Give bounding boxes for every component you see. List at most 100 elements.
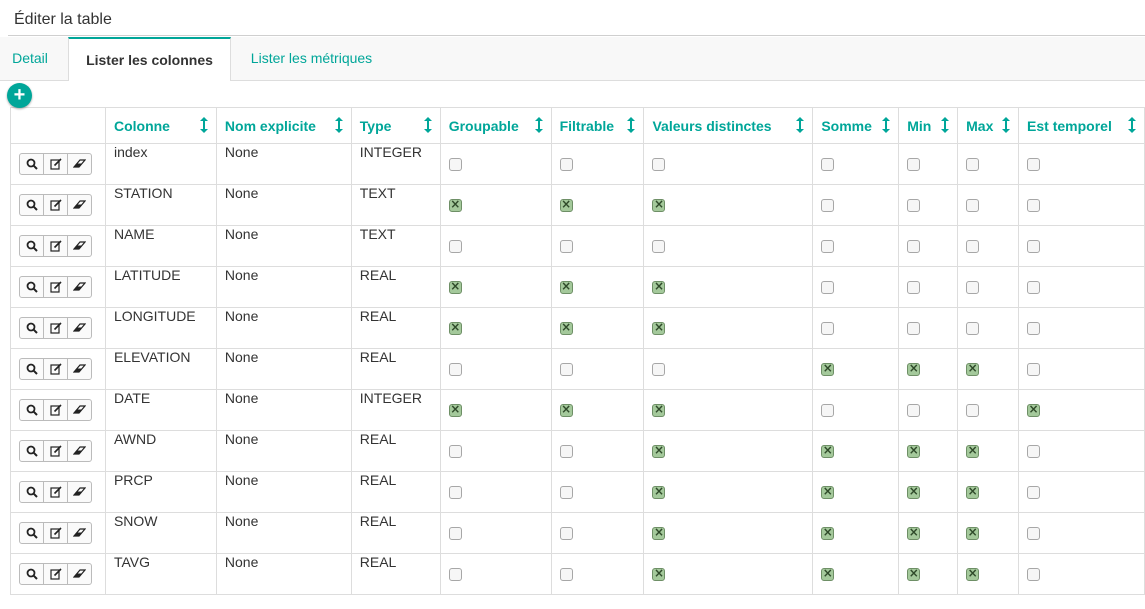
- min-checkbox[interactable]: [907, 361, 921, 376]
- est-temporel-checkbox[interactable]: [1027, 362, 1041, 376]
- valeurs-distinctes-checkbox[interactable]: [652, 320, 666, 335]
- est-temporel-checkbox[interactable]: [1027, 239, 1041, 253]
- delete-button[interactable]: [67, 317, 92, 339]
- est-temporel-checkbox[interactable]: [1027, 321, 1041, 335]
- show-button[interactable]: [19, 481, 44, 503]
- min-checkbox[interactable]: [907, 443, 921, 458]
- groupable-checkbox[interactable]: [448, 402, 462, 417]
- groupable-checkbox[interactable]: [448, 567, 462, 581]
- valeurs-distinctes-checkbox[interactable]: [652, 279, 666, 294]
- max-checkbox[interactable]: [966, 321, 980, 335]
- est-temporel-checkbox[interactable]: [1027, 485, 1041, 499]
- filtrable-checkbox[interactable]: [559, 362, 573, 376]
- tab-detail[interactable]: Detail: [0, 37, 60, 79]
- tab-lister-les-metriques[interactable]: Lister les métriques: [234, 37, 389, 79]
- sort-icon[interactable]: [534, 117, 543, 133]
- est-temporel-checkbox[interactable]: [1027, 402, 1041, 417]
- somme-checkbox[interactable]: [821, 361, 835, 376]
- column-header-filtrable[interactable]: Filtrable: [550, 107, 645, 144]
- show-button[interactable]: [19, 358, 44, 380]
- delete-button[interactable]: [67, 399, 92, 421]
- somme-checkbox[interactable]: [821, 280, 835, 294]
- somme-checkbox[interactable]: [821, 566, 835, 581]
- max-checkbox[interactable]: [966, 566, 980, 581]
- column-header-max[interactable]: Max: [957, 107, 1020, 144]
- filtrable-checkbox[interactable]: [559, 485, 573, 499]
- somme-checkbox[interactable]: [821, 321, 835, 335]
- delete-button[interactable]: [67, 194, 92, 216]
- show-button[interactable]: [19, 563, 44, 585]
- max-checkbox[interactable]: [966, 403, 980, 417]
- valeurs-distinctes-checkbox[interactable]: [652, 157, 666, 171]
- est-temporel-checkbox[interactable]: [1027, 444, 1041, 458]
- min-checkbox[interactable]: [907, 484, 921, 499]
- est-temporel-checkbox[interactable]: [1027, 567, 1041, 581]
- edit-button[interactable]: [43, 399, 68, 421]
- filtrable-checkbox[interactable]: [559, 279, 573, 294]
- min-checkbox[interactable]: [907, 198, 921, 212]
- groupable-checkbox[interactable]: [448, 362, 462, 376]
- min-checkbox[interactable]: [907, 239, 921, 253]
- valeurs-distinctes-checkbox[interactable]: [652, 197, 666, 212]
- delete-button[interactable]: [67, 358, 92, 380]
- valeurs-distinctes-checkbox[interactable]: [652, 484, 666, 499]
- est-temporel-checkbox[interactable]: [1027, 526, 1041, 540]
- column-header-valeurs-distinctes[interactable]: Valeurs distinctes: [643, 107, 814, 144]
- groupable-checkbox[interactable]: [448, 485, 462, 499]
- edit-button[interactable]: [43, 440, 68, 462]
- valeurs-distinctes-checkbox[interactable]: [652, 362, 666, 376]
- filtrable-checkbox[interactable]: [559, 402, 573, 417]
- filtrable-checkbox[interactable]: [559, 239, 573, 253]
- column-header-colonne[interactable]: Colonne: [104, 107, 217, 144]
- somme-checkbox[interactable]: [821, 198, 835, 212]
- est-temporel-checkbox[interactable]: [1027, 280, 1041, 294]
- est-temporel-checkbox[interactable]: [1027, 198, 1041, 212]
- filtrable-checkbox[interactable]: [559, 197, 573, 212]
- delete-button[interactable]: [67, 563, 92, 585]
- min-checkbox[interactable]: [907, 280, 921, 294]
- somme-checkbox[interactable]: [821, 403, 835, 417]
- max-checkbox[interactable]: [966, 525, 980, 540]
- show-button[interactable]: [19, 440, 44, 462]
- groupable-checkbox[interactable]: [448, 320, 462, 335]
- edit-button[interactable]: [43, 358, 68, 380]
- max-checkbox[interactable]: [966, 157, 980, 171]
- delete-button[interactable]: [67, 153, 92, 175]
- groupable-checkbox[interactable]: [448, 157, 462, 171]
- edit-button[interactable]: [43, 235, 68, 257]
- add-column-button[interactable]: +: [7, 83, 32, 108]
- edit-button[interactable]: [43, 317, 68, 339]
- tab-lister-les-colonnes[interactable]: Lister les colonnes: [68, 37, 231, 81]
- filtrable-checkbox[interactable]: [559, 157, 573, 171]
- show-button[interactable]: [19, 235, 44, 257]
- max-checkbox[interactable]: [966, 484, 980, 499]
- filtrable-checkbox[interactable]: [559, 320, 573, 335]
- show-button[interactable]: [19, 522, 44, 544]
- delete-button[interactable]: [67, 522, 92, 544]
- edit-button[interactable]: [43, 153, 68, 175]
- groupable-checkbox[interactable]: [448, 197, 462, 212]
- delete-button[interactable]: [67, 276, 92, 298]
- groupable-checkbox[interactable]: [448, 444, 462, 458]
- groupable-checkbox[interactable]: [448, 526, 462, 540]
- delete-button[interactable]: [67, 440, 92, 462]
- somme-checkbox[interactable]: [821, 443, 835, 458]
- sort-icon[interactable]: [627, 117, 636, 133]
- show-button[interactable]: [19, 153, 44, 175]
- min-checkbox[interactable]: [907, 566, 921, 581]
- min-checkbox[interactable]: [907, 157, 921, 171]
- max-checkbox[interactable]: [966, 280, 980, 294]
- groupable-checkbox[interactable]: [448, 279, 462, 294]
- edit-button[interactable]: [43, 276, 68, 298]
- column-header-somme[interactable]: Somme: [812, 107, 900, 144]
- sort-icon[interactable]: [1128, 117, 1136, 133]
- sort-icon[interactable]: [199, 117, 208, 133]
- show-button[interactable]: [19, 317, 44, 339]
- min-checkbox[interactable]: [907, 403, 921, 417]
- column-header-groupable[interactable]: Groupable: [439, 107, 552, 144]
- sort-icon[interactable]: [796, 117, 805, 133]
- somme-checkbox[interactable]: [821, 484, 835, 499]
- column-header-nom-explicite[interactable]: Nom explicite: [215, 107, 352, 144]
- column-header-type[interactable]: Type: [350, 107, 441, 144]
- min-checkbox[interactable]: [907, 525, 921, 540]
